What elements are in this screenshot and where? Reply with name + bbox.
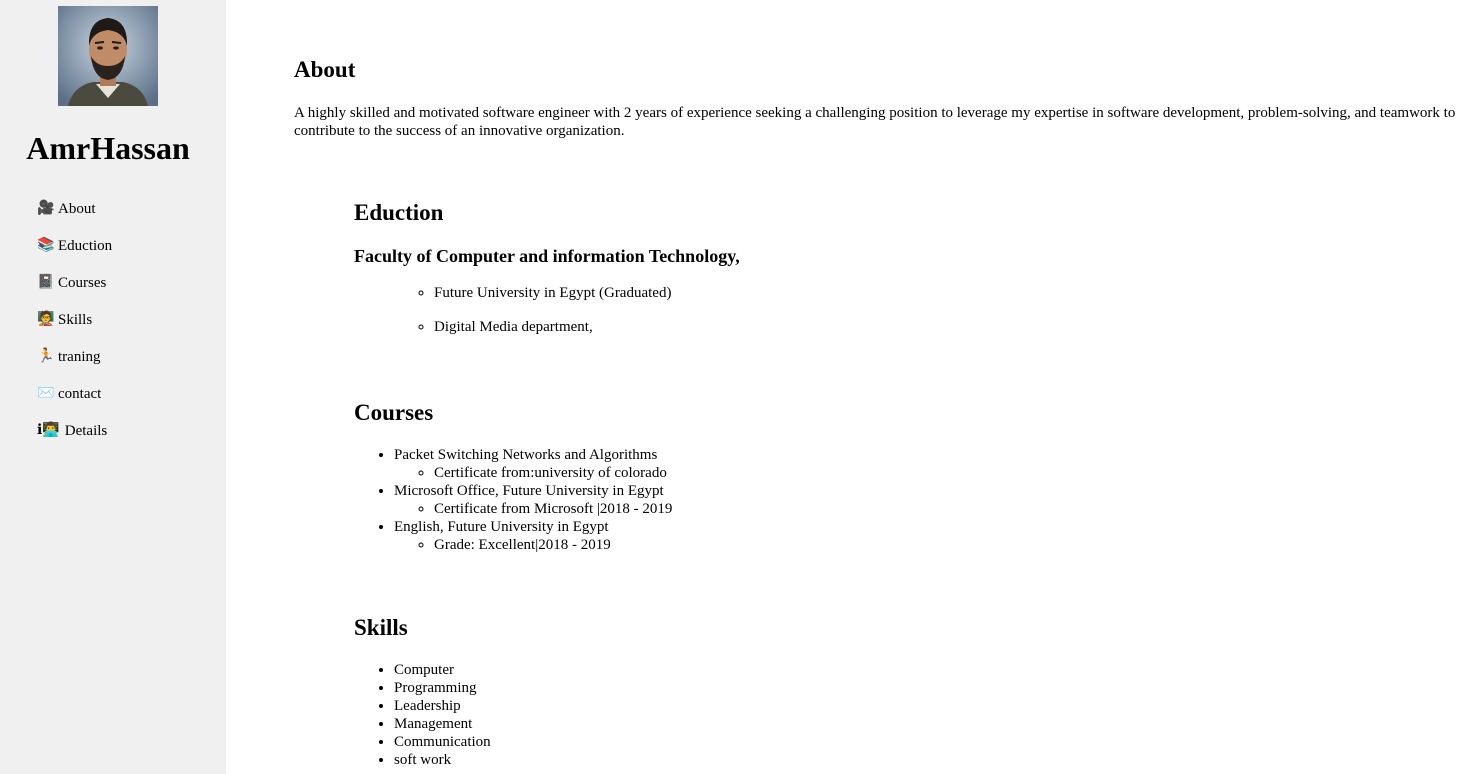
list-item: Digital Media department, — [434, 318, 740, 336]
list-item: Leadership — [394, 697, 491, 715]
sidebar: AmrHassan 🎥 About 📚 Eduction 📓 Courses 🧑… — [0, 0, 226, 774]
skills-heading: Skills — [354, 615, 408, 640]
about-text: A highly skilled and motivated software … — [294, 105, 1456, 139]
education-list: Future University in Egypt (Graduated) D… — [354, 284, 740, 336]
education-section: Eduction Faculty of Computer and informa… — [354, 200, 740, 352]
list-item: Programming — [394, 679, 491, 697]
nav-item-skills[interactable]: 🧑‍🏫 Skills — [37, 309, 112, 346]
nav-item-courses[interactable]: 📓 Courses — [37, 272, 112, 309]
skills-list: Computer Programming Leadership Manageme… — [354, 661, 491, 769]
list-item: English, Future University in Egypt Grad… — [394, 518, 672, 554]
list-item: Computer — [394, 661, 491, 679]
faculty-heading: Faculty of Computer and information Tech… — [354, 246, 740, 266]
course-details: Grade: Excellent|2018 - 2019 — [394, 536, 672, 554]
course-detail: Certificate from Microsoft |2018 - 2019 — [434, 500, 672, 518]
envelope-icon: ✉️ — [37, 386, 55, 401]
list-item: Communication — [394, 733, 491, 751]
nav-label[interactable]: Eduction — [58, 238, 112, 255]
profile-name: AmrHassan — [26, 130, 190, 166]
sidebar-nav: 🎥 About 📚 Eduction 📓 Courses 🧑‍🏫 Skills … — [37, 198, 112, 457]
nav-item-contact[interactable]: ✉️ contact — [37, 383, 112, 420]
nav-label[interactable]: About — [58, 201, 96, 218]
nav-label[interactable]: contact — [58, 386, 101, 403]
skills-section: Skills Computer Programming Leadership M… — [354, 615, 491, 769]
notebook-icon: 📓 — [37, 275, 55, 290]
nav-item-about[interactable]: 🎥 About — [37, 198, 112, 235]
list-item: Future University in Egypt (Graduated) — [434, 284, 740, 302]
nav-label[interactable]: traning — [58, 349, 101, 366]
list-item: Microsoft Office, Future University in E… — [394, 482, 672, 518]
list-item: Management — [394, 715, 491, 733]
info-person-icon: ℹ👨‍💻 — [37, 423, 60, 438]
list-item: soft work — [394, 751, 491, 769]
list-item: Packet Switching Networks and Algorithms… — [394, 446, 672, 482]
avatar — [58, 6, 158, 106]
course-detail: Grade: Excellent|2018 - 2019 — [434, 536, 672, 554]
course-name: Packet Switching Networks and Algorithms — [394, 447, 658, 463]
course-name: English, Future University in Egypt — [394, 519, 609, 535]
teacher-icon: 🧑‍🏫 — [37, 312, 55, 327]
nav-item-details[interactable]: ℹ👨‍💻 Details — [37, 420, 112, 457]
books-icon: 📚 — [37, 238, 55, 253]
about-heading: About — [294, 57, 356, 82]
course-details: Certificate from Microsoft |2018 - 2019 — [394, 500, 672, 518]
nav-label[interactable]: Skills — [58, 312, 92, 329]
nav-label[interactable]: Courses — [58, 275, 106, 292]
courses-heading: Courses — [354, 400, 434, 425]
nav-label[interactable]: Details — [65, 423, 108, 440]
courses-list: Packet Switching Networks and Algorithms… — [354, 446, 672, 554]
runner-icon: 🏃 — [37, 349, 55, 364]
course-details: Certificate from:university of colorado — [394, 464, 672, 482]
nav-item-traning[interactable]: 🏃 traning — [37, 346, 112, 383]
camera-icon: 🎥 — [37, 201, 55, 216]
education-heading: Eduction — [354, 200, 444, 225]
course-detail: Certificate from:university of colorado — [434, 464, 672, 482]
nav-item-eduction[interactable]: 📚 Eduction — [37, 235, 112, 272]
courses-section: Courses Packet Switching Networks and Al… — [354, 400, 672, 554]
course-name: Microsoft Office, Future University in E… — [394, 483, 664, 499]
